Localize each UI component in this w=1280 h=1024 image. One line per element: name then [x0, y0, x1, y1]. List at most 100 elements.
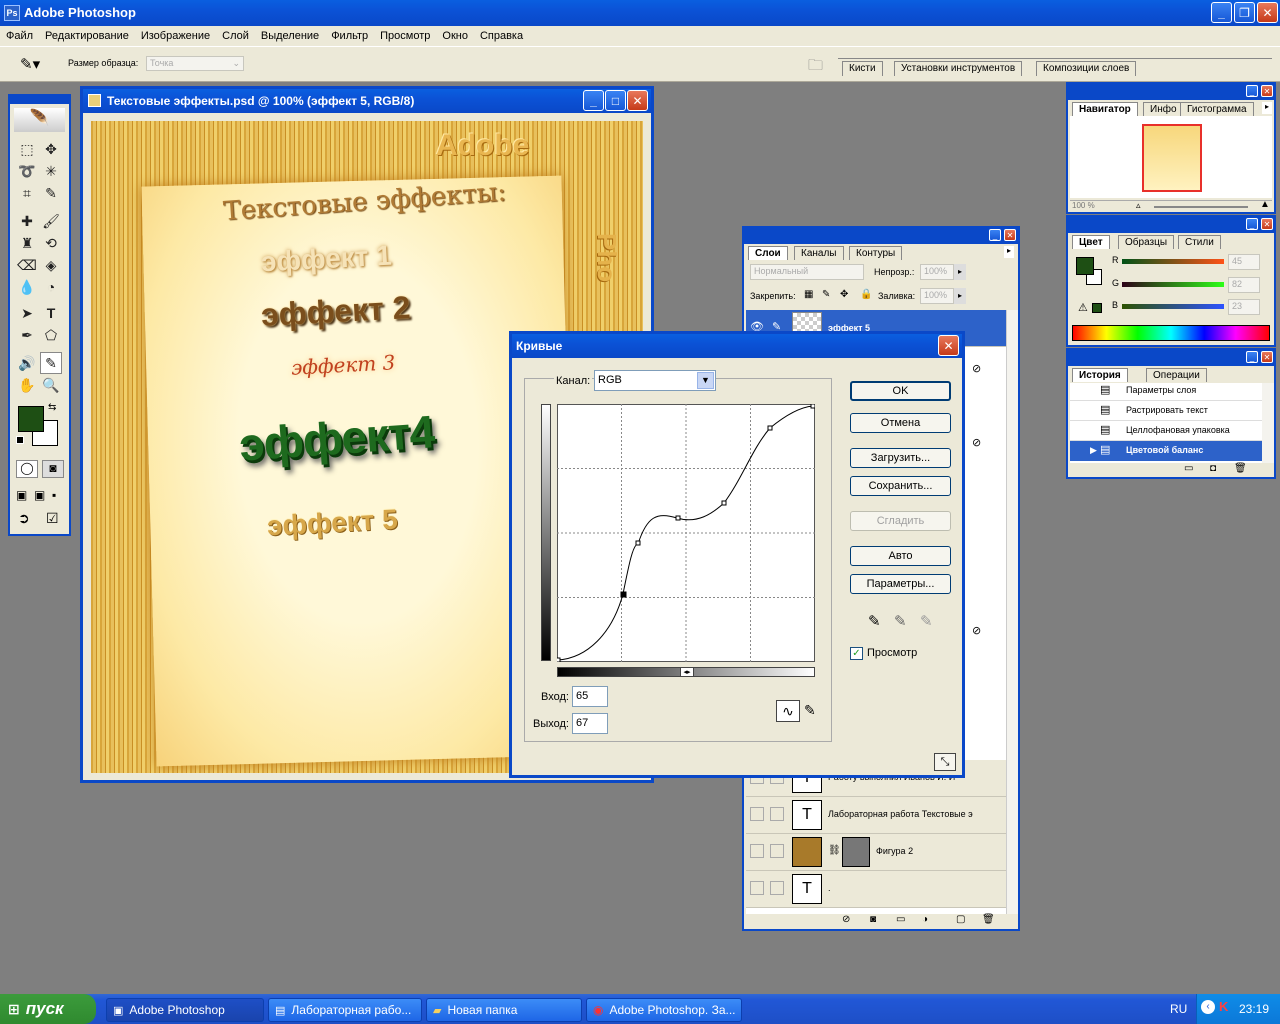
palette-well-icon[interactable]: 🗀	[808, 55, 823, 80]
lock-transparency-icon[interactable]: ▦	[804, 289, 813, 300]
input-field[interactable]: 65	[572, 686, 608, 707]
expand-dialog-icon[interactable]: ⤡	[934, 753, 956, 771]
history-item[interactable]: ▤ Параметры слоя	[1070, 383, 1262, 401]
menu-select[interactable]: Выделение	[255, 26, 325, 46]
color-g-slider[interactable]	[1122, 282, 1224, 287]
gray-point-eyedropper-icon[interactable]: ✎	[894, 612, 907, 630]
tab-navigator[interactable]: Навигатор	[1072, 102, 1138, 116]
shape-tool-icon[interactable]: ⬠	[40, 324, 62, 346]
history-item-selected[interactable]: ▶ ▤ Цветовой баланс	[1070, 441, 1262, 461]
navigator-zoom-value[interactable]: 100 %	[1072, 201, 1095, 210]
taskbar-item-word[interactable]: ▤ Лабораторная рабо...	[268, 998, 422, 1022]
curve-point[interactable]	[557, 657, 561, 662]
quickmask-mode-icon[interactable]: ◙	[42, 460, 64, 478]
curve-point[interactable]	[635, 540, 641, 546]
opacity-input[interactable]: 100%	[920, 264, 954, 280]
new-document-from-state-icon[interactable]: ▭	[1184, 463, 1193, 474]
new-group-icon[interactable]: ▭	[896, 914, 905, 925]
tab-color[interactable]: Цвет	[1072, 235, 1110, 249]
slice-tool-icon[interactable]: ✎	[40, 182, 62, 204]
layers-scrollbar[interactable]	[1006, 310, 1018, 914]
history-item[interactable]: ▤ Целлофановая упаковка	[1070, 421, 1262, 441]
language-indicator[interactable]: RU	[1170, 1002, 1187, 1016]
tab-actions[interactable]: Операции	[1146, 368, 1207, 382]
white-point-eyedropper-icon[interactable]: ✎	[920, 612, 933, 630]
curve-point[interactable]	[721, 500, 727, 506]
doc-maximize-button[interactable]: □	[605, 90, 626, 111]
save-button[interactable]: Сохранить...	[850, 476, 951, 496]
curve-point[interactable]	[810, 404, 815, 409]
tab-histogram[interactable]: Гистограмма	[1180, 102, 1254, 116]
healing-brush-icon[interactable]: ✚	[16, 210, 38, 232]
history-scrollbar[interactable]	[1262, 383, 1274, 463]
tab-history[interactable]: История	[1072, 368, 1128, 382]
layer-link-box[interactable]	[770, 844, 784, 858]
curve-point[interactable]	[675, 515, 681, 521]
color-r-slider[interactable]	[1122, 259, 1224, 264]
layers-menu-arrow-icon[interactable]: ▸	[1004, 246, 1014, 258]
curves-graph[interactable]	[557, 404, 815, 662]
hand-tool-icon[interactable]: ✋	[16, 374, 38, 396]
curve-point[interactable]	[767, 425, 773, 431]
tab-channels[interactable]: Каналы	[794, 246, 844, 260]
imageready-check-icon[interactable]: ☑	[46, 510, 59, 527]
color-minimize-button[interactable]: _	[1246, 218, 1258, 230]
color-close-button[interactable]: ✕	[1261, 218, 1273, 230]
lock-position-icon[interactable]: ✥	[840, 289, 848, 300]
gamut-warning-icon[interactable]: ⚠	[1078, 301, 1088, 314]
history-close-button[interactable]: ✕	[1261, 351, 1273, 363]
type-tool-icon[interactable]: T	[40, 302, 62, 324]
foreground-color-swatch[interactable]	[18, 406, 44, 432]
layer-visibility-box[interactable]	[750, 844, 764, 858]
channel-select[interactable]: RGB ▼	[594, 370, 716, 391]
options-button[interactable]: Параметры...	[850, 574, 951, 594]
layer-link-box[interactable]	[770, 807, 784, 821]
screen-mode-standard-icon[interactable]: ▣	[16, 488, 27, 502]
stamp-tool-icon[interactable]: ♜	[16, 232, 38, 254]
layer-visibility-box[interactable]	[750, 881, 764, 895]
lasso-tool-icon[interactable]: ➰	[16, 160, 38, 182]
path-select-icon[interactable]: ➤	[16, 302, 38, 324]
taskbar-item-folder[interactable]: ▰ Новая папка	[426, 998, 582, 1022]
marquee-tool-icon[interactable]: ⬚	[16, 138, 38, 160]
smooth-button[interactable]: Сгладить	[850, 511, 951, 531]
layers-minimize-button[interactable]: _	[989, 229, 1001, 241]
new-snapshot-icon[interactable]: ◘	[1210, 463, 1216, 474]
tab-brushes[interactable]: Кисти	[842, 61, 883, 76]
layer-row[interactable]: ⛓ Фигура 2	[746, 834, 1006, 871]
history-brush-icon[interactable]: ⟲	[40, 232, 62, 254]
move-tool-icon[interactable]: ✥	[40, 138, 62, 160]
panel-menu-arrow-icon[interactable]: ▸	[1262, 102, 1272, 114]
screen-mode-full-icon[interactable]: ▪	[52, 488, 56, 502]
new-adjustment-layer-icon[interactable]: ◑	[922, 914, 928, 925]
auto-button[interactable]: Авто	[850, 546, 951, 566]
tab-styles[interactable]: Стили	[1178, 235, 1221, 249]
menu-image[interactable]: Изображение	[135, 26, 216, 46]
sample-size-select[interactable]: Точка ⌄	[146, 56, 244, 71]
color-spectrum-bar[interactable]	[1072, 325, 1270, 341]
pencil-mode-icon[interactable]: ✎	[804, 702, 816, 719]
gamut-swatch[interactable]	[1092, 303, 1102, 313]
lock-image-icon[interactable]: ✎	[822, 289, 830, 300]
load-button[interactable]: Загрузить...	[850, 448, 951, 468]
lock-all-icon[interactable]: 🔒	[860, 289, 872, 300]
menu-help[interactable]: Справка	[474, 26, 529, 46]
tray-arrow-icon[interactable]: ‹	[1201, 1000, 1215, 1014]
pen-tool-icon[interactable]: ✒	[16, 324, 38, 346]
crop-tool-icon[interactable]: ⌗	[16, 182, 38, 204]
jump-to-imageready-icon[interactable]: ➲	[18, 510, 30, 527]
layer-row[interactable]: T Лабораторная работа Текстовые э	[746, 797, 1006, 834]
minimize-button[interactable]: _	[1211, 2, 1232, 23]
color-fg-swatch[interactable]	[1076, 257, 1094, 275]
bucket-tool-icon[interactable]: ◈	[40, 254, 62, 276]
menu-edit[interactable]: Редактирование	[39, 26, 135, 46]
zoom-tool-icon[interactable]: 🔍	[40, 374, 62, 396]
brush-tool-icon[interactable]: 🖌	[40, 210, 62, 232]
black-point-eyedropper-icon[interactable]: ✎	[868, 612, 881, 630]
kaspersky-icon[interactable]: K	[1219, 999, 1228, 1014]
layers-close-button[interactable]: ✕	[1004, 229, 1016, 241]
dodge-tool-icon[interactable]: ◔	[40, 276, 62, 298]
color-b-input[interactable]: 23	[1228, 299, 1260, 315]
tab-layers[interactable]: Слои	[748, 246, 788, 260]
delete-layer-icon[interactable]: 🗑	[982, 914, 995, 925]
